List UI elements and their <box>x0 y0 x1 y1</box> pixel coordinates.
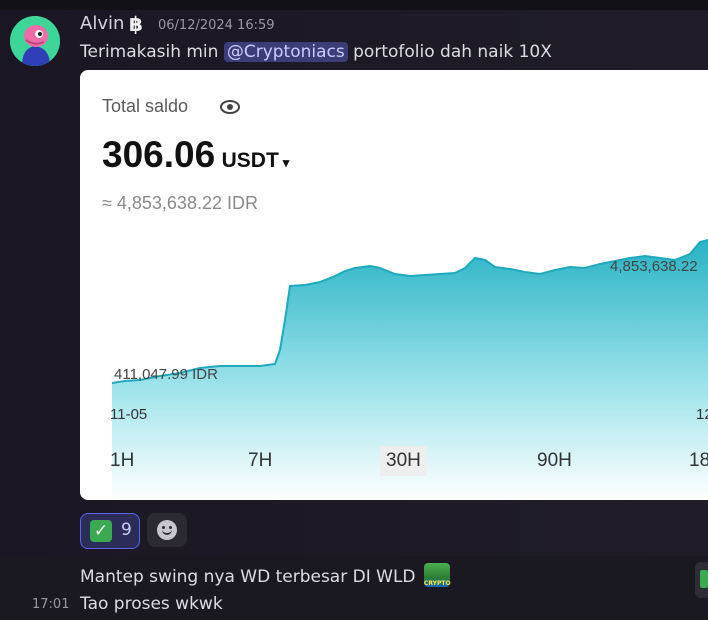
message-text: Terimakasih min @Cryptoniacs portofolio … <box>80 42 552 62</box>
message-text-after: portofolio dah naik 10X <box>347 42 552 62</box>
bitcoin-badge-icon: ฿ <box>129 12 143 36</box>
avatar-image <box>10 16 60 66</box>
chart-low-label: 411,047.99 IDR <box>114 366 218 383</box>
currency-selector[interactable]: USDT ▾ <box>222 149 290 172</box>
username[interactable]: Alvin <box>80 13 124 34</box>
emoji-label: CRYPTO <box>423 580 451 587</box>
caret-down-icon: ▾ <box>282 155 290 170</box>
tab-7h[interactable]: 7H <box>248 446 272 476</box>
reaction-count: 9 <box>121 520 132 540</box>
message-actions-edge[interactable] <box>695 562 708 598</box>
chart-high-label: 4,853,638.22 <box>610 258 698 275</box>
check-mark-icon: ✓ <box>90 520 112 542</box>
balance-amount: 306.06 USDT ▾ <box>102 134 289 176</box>
tab-1h[interactable]: 1H <box>110 446 134 476</box>
tab-180h[interactable]: 18 <box>689 446 708 476</box>
message-time: 17:01 <box>32 597 70 612</box>
x-tick-end: 12 <box>696 406 708 423</box>
eye-icon[interactable] <box>220 99 240 115</box>
currency-label: USDT <box>221 149 279 172</box>
reaction-check[interactable]: ✓ 9 <box>80 513 140 549</box>
balance-approx: ≈ 4,853,638.22 IDR <box>102 193 258 213</box>
avatar[interactable] <box>10 16 60 66</box>
top-bar <box>0 0 708 10</box>
portfolio-screenshot[interactable]: Total saldo 306.06 USDT ▾ ≈ 4,853,638.22 … <box>80 70 708 500</box>
balance-value: 306.06 <box>102 134 216 175</box>
smile-icon <box>157 520 177 540</box>
message-text-before: Terimakasih min <box>80 42 224 62</box>
crypto-emoji-icon: CRYPTO <box>423 563 451 587</box>
mention-link[interactable]: @Cryptoniacs <box>223 42 348 62</box>
tab-90h[interactable]: 90H <box>537 446 572 476</box>
x-tick-start: 11-05 <box>110 406 148 423</box>
message-text: Mantep swing nya WD terbesar DI WLD <box>80 567 416 587</box>
add-reaction-button[interactable] <box>147 513 187 547</box>
tab-30h[interactable]: 30H <box>380 446 427 476</box>
message-timestamp: 06/12/2024 16:59 <box>158 18 275 33</box>
message-text: Tao proses wkwk <box>80 594 223 614</box>
total-balance-label: Total saldo <box>102 96 189 116</box>
message-item: Mantep swing nya WD terbesar DI WLD CRYP… <box>80 563 451 587</box>
